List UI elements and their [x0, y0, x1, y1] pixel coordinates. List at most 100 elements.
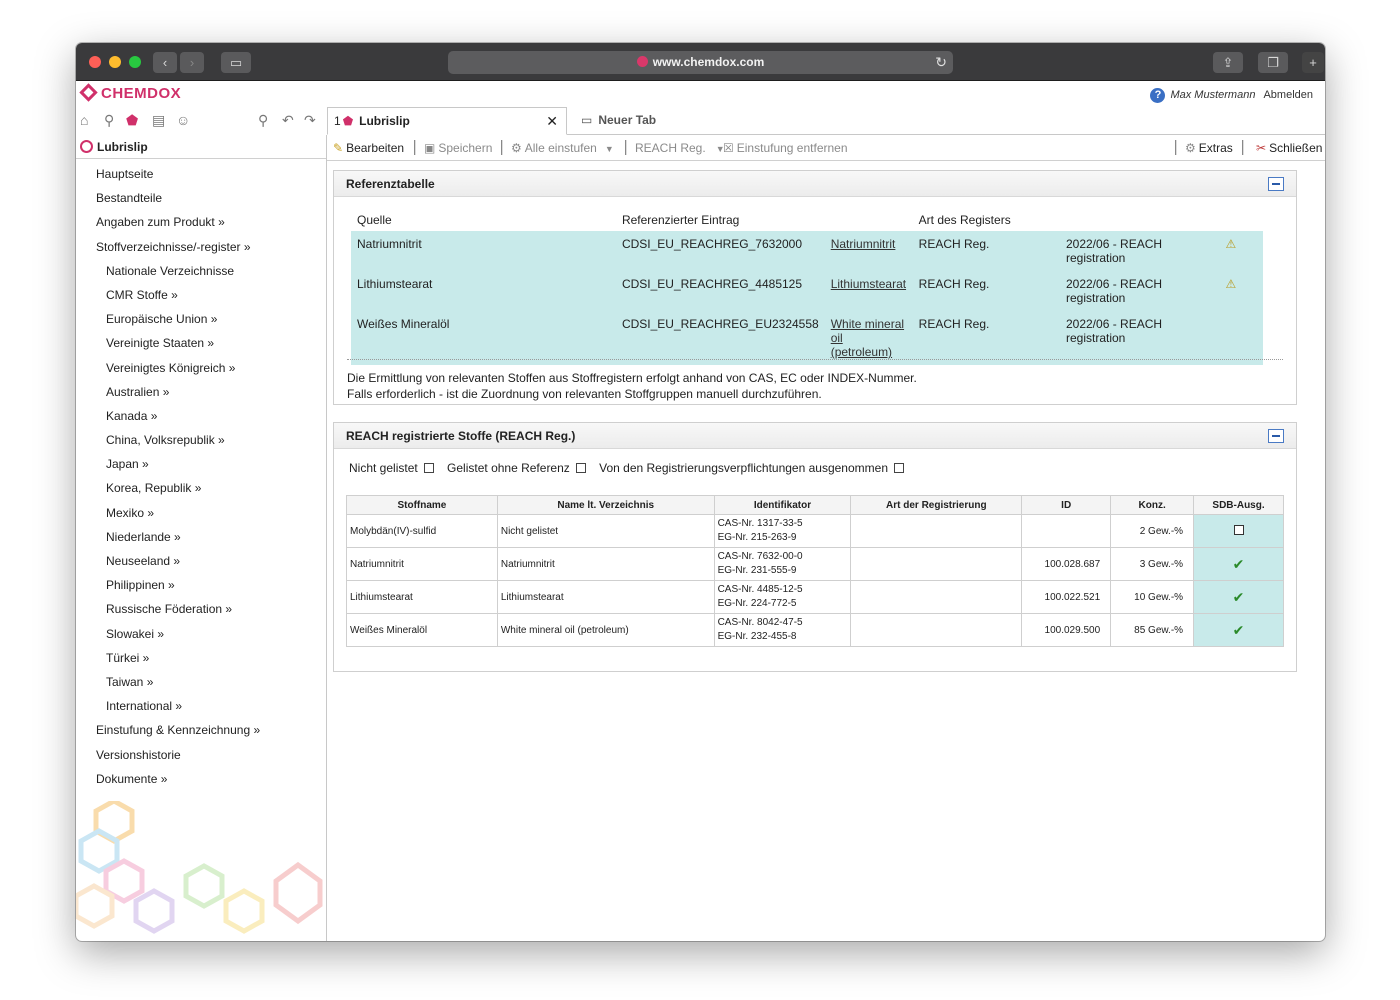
sidebar-item[interactable]: International » — [76, 694, 326, 718]
zoom-search-icon[interactable]: ⚲ — [258, 112, 268, 129]
users-icon[interactable]: ☺ — [176, 112, 190, 128]
close-document-button[interactable]: ✂ Schließen — [1256, 141, 1322, 155]
close-window-button[interactable] — [89, 56, 101, 68]
checkmark-icon[interactable]: ✔ — [1233, 589, 1245, 605]
registration-type-cell — [850, 514, 1023, 548]
entry-cell: CDSI_EU_REACHREG_EU2324558 — [615, 311, 825, 365]
save-label: Speichern — [438, 141, 493, 155]
share-icon[interactable]: ⇪ — [1213, 52, 1243, 73]
entry-cell: CDSI_EU_REACHREG_4485125 — [615, 271, 825, 311]
close-x-icon: ✂ — [1256, 141, 1267, 155]
checkmark-icon[interactable]: ✔ — [1233, 556, 1245, 572]
sidebar-item[interactable]: Kanada » — [76, 404, 326, 428]
logout-link[interactable]: Abmelden — [1263, 89, 1313, 101]
user-name[interactable]: Max Mustermann — [1170, 89, 1255, 101]
table-row: Lithiumstearat CDSI_EU_REACHREG_4485125 Li… — [351, 271, 1263, 311]
maximize-window-button[interactable] — [129, 56, 141, 68]
sidebar-item[interactable]: Angaben zum Produkt » — [76, 210, 326, 234]
collapse-panel-button[interactable] — [1268, 429, 1284, 443]
sidebar-item[interactable]: Einstufung & Kennzeichnung » — [76, 718, 326, 742]
product-icon[interactable]: ⬟ — [126, 112, 138, 129]
document-warning-icon[interactable]: ⚠ — [1226, 277, 1237, 291]
site-favicon-icon — [636, 56, 648, 67]
sidebar-item[interactable]: Neuseeland » — [76, 549, 326, 573]
source-cell: Natriumnitrit — [351, 231, 616, 271]
sidebar-item[interactable]: Hauptseite — [76, 162, 326, 186]
chemdox-logo[interactable]: CHEMDOX — [79, 83, 181, 102]
referenced-entry-link[interactable]: Lithiumstearat — [831, 277, 906, 291]
new-tab-icon[interactable]: + — [1302, 52, 1324, 73]
doc-cell: ⚠ — [1219, 231, 1263, 271]
sidebar-item[interactable]: Taiwan » — [76, 670, 326, 694]
checkmark-icon[interactable]: ✔ — [1233, 622, 1245, 638]
sidebar-item[interactable]: Vereinigte Staaten » — [76, 331, 326, 355]
sidebar-item[interactable]: CMR Stoffe » — [76, 283, 326, 307]
identifier-cell: CAS-Nr. 1317-33-5 EG-Nr. 215-263-9 — [713, 514, 852, 548]
filter-listed-no-ref-checkbox[interactable] — [575, 463, 586, 473]
minimize-window-button[interactable] — [109, 56, 121, 68]
sdb-checkbox[interactable] — [1233, 524, 1244, 535]
help-icon[interactable]: ? — [1150, 88, 1166, 103]
registration-type-cell — [850, 547, 1023, 581]
registration-type-cell — [850, 613, 1023, 647]
home-icon[interactable]: ⌂ — [80, 112, 88, 128]
tab-lubrislip[interactable]: 1 ⬟ Lubrislip ✕ — [327, 107, 567, 135]
sidebar-item[interactable]: China, Volksrepublik » — [76, 428, 326, 452]
classify-all-button[interactable]: ⚙ Alle einstufen ▼ — [511, 141, 614, 155]
concentration-cell: 10 Gew.-% — [1110, 580, 1195, 614]
sidebar-item[interactable]: Versionshistorie — [76, 743, 326, 767]
column-header[interactable]: Identifikator — [713, 495, 852, 515]
sidebar-item[interactable]: Niederlande » — [76, 525, 326, 549]
tab-number: 1 — [334, 114, 341, 128]
sidebar-item[interactable]: Slowakei » — [76, 622, 326, 646]
referenced-entry-link[interactable]: White mineral oil (petroleum) — [831, 317, 904, 359]
link-cell: White mineral oil (petroleum) — [824, 311, 913, 365]
sidebar-item[interactable]: Vereinigtes Königreich » — [76, 356, 326, 380]
column-header[interactable]: Stoffname — [346, 495, 498, 515]
substance-name-cell: Lithiumstearat — [346, 580, 498, 614]
collapse-panel-button[interactable] — [1268, 177, 1284, 191]
sidebar-item[interactable]: Nationale Verzeichnisse — [76, 259, 326, 283]
column-header[interactable]: Art der Registrierung — [850, 495, 1023, 515]
history-forward-icon[interactable]: ↷ — [304, 112, 316, 129]
search-icon[interactable]: ⚲ — [104, 112, 114, 129]
remove-classification-button[interactable]: ☒ Einstufung entfernen — [723, 141, 848, 155]
column-header[interactable]: ID — [1021, 495, 1112, 515]
tab-new[interactable]: ▭ Neuer Tab — [575, 107, 656, 135]
extras-button[interactable]: ⚙ Extras — [1185, 141, 1233, 155]
sidebar-item[interactable]: Philippinen » — [76, 573, 326, 597]
tab-bar: 1 ⬟ Lubrislip ✕ ▭ Neuer Tab — [327, 105, 1325, 135]
reach-reg-button[interactable]: REACH Reg. ▼ — [635, 141, 725, 155]
sidebar-item[interactable]: Europäische Union » — [76, 307, 326, 331]
document-warning-icon[interactable]: ⚠ — [1226, 237, 1237, 251]
url-text: www.chemdox.com — [652, 55, 765, 69]
sidebar-item[interactable]: Dokumente » — [76, 767, 326, 791]
document-icon[interactable]: ▤ — [152, 112, 165, 129]
edit-button[interactable]: ✎ Bearbeiten — [333, 141, 404, 155]
sidebar-item[interactable]: Mexiko » — [76, 501, 326, 525]
filter-not-listed-checkbox[interactable] — [423, 463, 434, 473]
save-button[interactable]: ▣ Speichern — [424, 141, 492, 155]
tabs-overview-icon[interactable]: ❐ — [1258, 52, 1288, 73]
sidebar-toggle-icon[interactable]: ▭ — [221, 52, 251, 73]
sidebar-item[interactable]: Bestandteile — [76, 186, 326, 210]
sidebar-item[interactable]: Russische Föderation » — [76, 597, 326, 621]
close-tab-icon[interactable]: ✕ — [546, 108, 558, 134]
column-header[interactable]: Name lt. Verzeichnis — [496, 495, 715, 515]
filter-exempt-checkbox[interactable] — [894, 463, 904, 473]
sidebar-item[interactable]: Stoffverzeichnisse/-register » — [76, 235, 326, 259]
address-bar[interactable]: www.chemdox.com ↻ — [448, 51, 953, 74]
column-header[interactable]: Konz. — [1110, 495, 1195, 515]
sidebar-item[interactable]: Korea, Republik » — [76, 476, 326, 500]
history-back-icon[interactable]: ↶ — [282, 112, 294, 129]
sidebar-item[interactable]: Australien » — [76, 380, 326, 404]
column-header[interactable]: SDB-Ausg. — [1193, 495, 1284, 515]
sdb-cell: ✔ — [1193, 580, 1284, 614]
chevron-right-icon[interactable]: › — [180, 52, 204, 73]
sidebar-item[interactable]: Japan » — [76, 452, 326, 476]
reload-icon[interactable]: ↻ — [935, 51, 947, 74]
chevron-left-icon[interactable]: ‹ — [153, 52, 177, 73]
sidebar-item[interactable]: Türkei » — [76, 646, 326, 670]
link-cell: Natriumnitrit — [824, 231, 913, 271]
referenced-entry-link[interactable]: Natriumnitrit — [831, 237, 896, 251]
